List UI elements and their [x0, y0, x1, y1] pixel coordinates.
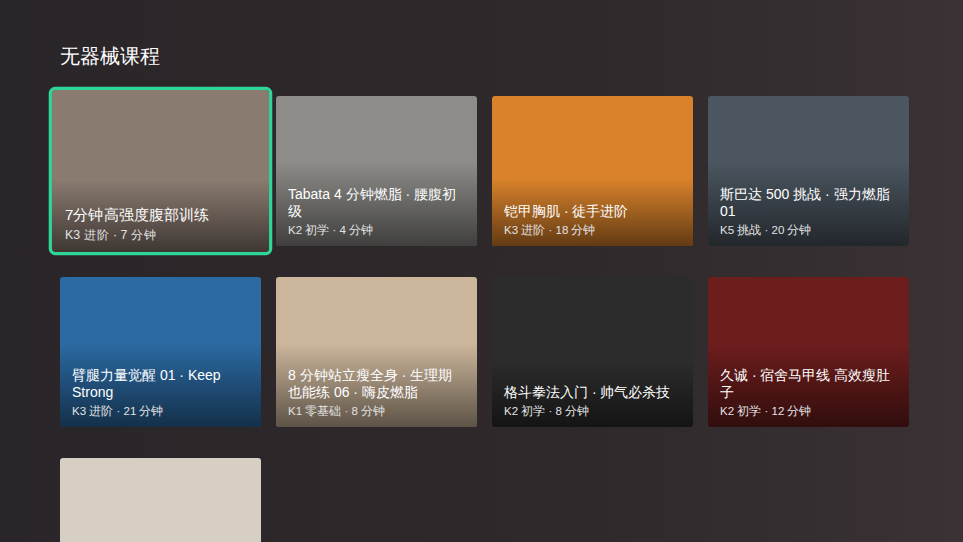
course-title: 8 分钟站立瘦全身 · 生理期也能练 06 · 嗨皮燃脂 — [288, 367, 465, 401]
course-meta: K5 挑战 · 20 分钟 — [720, 223, 897, 238]
course-caption: 8 分钟站立瘦全身 · 生理期也能练 06 · 嗨皮燃脂 K1 零基础 · 8 分… — [276, 343, 477, 427]
screen: 无器械课程 7分钟高强度腹部训练 K3 进阶 · 7 分钟 Tabata 4 分钟燃脂… — [0, 0, 963, 542]
course-title: 7分钟高强度腹部训练 — [65, 206, 256, 224]
course-card[interactable]: 7分钟高强度腹部训练 K3 进阶 · 7 分钟 — [52, 90, 269, 252]
section-title: 无器械课程 — [60, 42, 963, 70]
course-meta: K2 初学 · 8 分钟 — [504, 404, 681, 419]
course-meta: K2 初学 · 12 分钟 — [720, 404, 897, 419]
course-caption: 斯巴达 500 挑战 · 强力燃脂 01 K5 挑战 · 20 分钟 — [708, 162, 909, 246]
course-meta: K2 初学 · 4 分钟 — [288, 223, 465, 238]
course-title: 格斗拳法入门 · 帅气必杀技 — [504, 384, 681, 401]
course-card[interactable]: 铠甲胸肌 · 徒手进阶 K3 进阶 · 18 分钟 — [492, 96, 693, 246]
course-meta: K3 进阶 · 18 分钟 — [504, 223, 681, 238]
course-meta: K1 零基础 · 8 分钟 — [288, 404, 465, 419]
course-grid: 7分钟高强度腹部训练 K3 进阶 · 7 分钟 Tabata 4 分钟燃脂 · 腰腹… — [60, 96, 963, 542]
course-caption: 铠甲胸肌 · 徒手进阶 K3 进阶 · 18 分钟 — [492, 179, 693, 246]
course-caption: 格斗拳法入门 · 帅气必杀技 K2 初学 · 8 分钟 — [492, 360, 693, 427]
course-caption: 臂腿力量觉醒 01 · Keep Strong K3 进阶 · 21 分钟 — [60, 343, 261, 427]
course-meta: K3 进阶 · 7 分钟 — [65, 227, 256, 243]
course-caption: Tabata 4 分钟燃脂 · 腰腹初级 K2 初学 · 4 分钟 — [276, 162, 477, 246]
course-caption: 久诚 · 宿舍马甲线 高效瘦肚子 K2 初学 · 12 分钟 — [708, 343, 909, 427]
course-title: 臂腿力量觉醒 01 · Keep Strong — [72, 367, 249, 401]
course-card[interactable]: 久诚 · 宿舍马甲线 高效瘦肚子 K2 初学 · 12 分钟 — [708, 277, 909, 427]
course-card[interactable]: 斯巴达 500 挑战 · 强力燃脂 01 K5 挑战 · 20 分钟 — [708, 96, 909, 246]
course-caption: 7分钟高强度腹部训练 K3 进阶 · 7 分钟 — [52, 180, 269, 252]
course-title: 久诚 · 宿舍马甲线 高效瘦肚子 — [720, 367, 897, 401]
course-meta: K3 进阶 · 21 分钟 — [72, 404, 249, 419]
course-title: 铠甲胸肌 · 徒手进阶 — [504, 203, 681, 220]
course-card[interactable]: Tabata 4 分钟燃脂 · 腰腹初级 K2 初学 · 4 分钟 — [276, 96, 477, 246]
course-title: 斯巴达 500 挑战 · 强力燃脂 01 — [720, 186, 897, 220]
course-card[interactable]: 臂腿力量觉醒 01 · Keep Strong K3 进阶 · 21 分钟 — [60, 277, 261, 427]
course-card[interactable]: 格斗拳法入门 · 帅气必杀技 K2 初学 · 8 分钟 — [492, 277, 693, 427]
course-title: Tabata 4 分钟燃脂 · 腰腹初级 — [288, 186, 465, 220]
course-card[interactable] — [60, 458, 261, 542]
course-card[interactable]: 8 分钟站立瘦全身 · 生理期也能练 06 · 嗨皮燃脂 K1 零基础 · 8 分… — [276, 277, 477, 427]
